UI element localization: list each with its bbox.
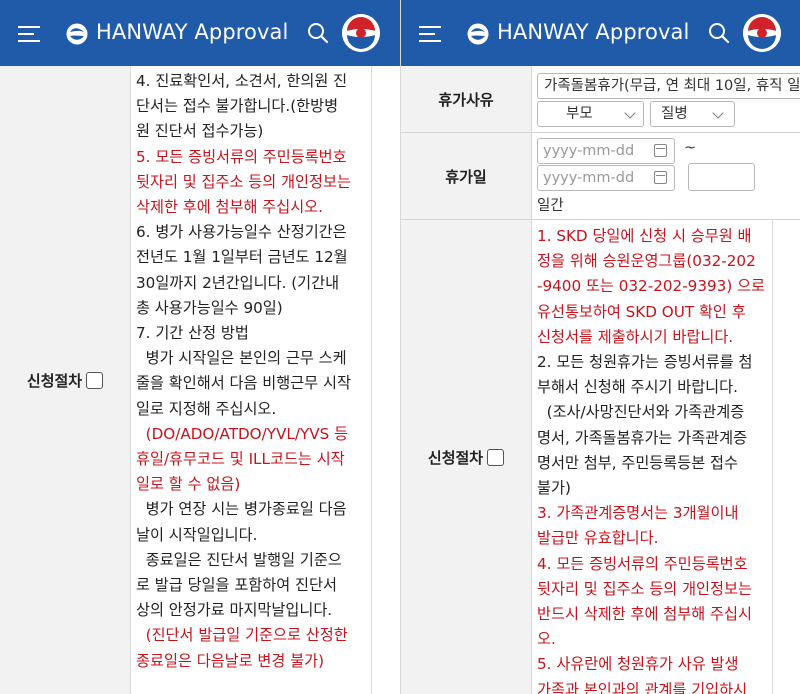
search-icon[interactable] xyxy=(306,21,330,45)
hamburger-menu-icon[interactable] xyxy=(419,24,441,44)
cause-select[interactable]: 질병 xyxy=(650,101,735,127)
procedure-line: 2. 모든 청원휴가는 증빙서류를 첨 xyxy=(537,353,753,372)
procedure-label-group: 신청절차 xyxy=(26,370,104,391)
procedure-line: 날이 시작일입니다. xyxy=(136,525,258,544)
procedure-line: 6. 병가 사용가능일수 산정기간은 xyxy=(136,223,347,242)
procedure-line: 일로 할 수 없음) xyxy=(136,475,241,494)
leave-days-unit: 일간 xyxy=(537,198,564,214)
procedure-agree-checkbox[interactable] xyxy=(487,448,505,466)
procedure-line: 오. xyxy=(537,630,556,649)
procedure-line: 휴일/휴무코드 및 ILL코드는 시작 xyxy=(136,450,345,469)
cause-value: 질병 xyxy=(661,106,688,122)
left-screen: 신청절차 4. 진료확인서, 소견서, 한의원 진단서는 접수 불가합니다.(한… xyxy=(0,0,400,694)
procedure-line: (DO/ADO/ATDO/YVL/YVS 등 xyxy=(136,424,349,443)
procedure-label-cell: 신청절차 xyxy=(0,66,131,694)
calendar-icon[interactable] xyxy=(654,144,667,157)
procedure-line: 부해서 신청해 주시기 바랍니다. xyxy=(537,378,738,397)
procedure-line: 정을 위해 승원운영그룹(032-202 xyxy=(537,252,756,271)
procedure-line: 원 진단서 접수가능) xyxy=(136,122,264,141)
procedure-line: 전년도 1월 1일부터 금년도 12월 xyxy=(136,248,348,267)
procedure-line: 1. SKD 당일에 신청 시 승무원 배 xyxy=(537,227,752,245)
app-title: HANWAY Approval xyxy=(497,20,690,44)
procedure-line: (진단서 발급일 기준으로 산정한 xyxy=(136,626,348,645)
procedure-line: 5. 사유란에 청원휴가 사유 발생 xyxy=(537,655,739,674)
hamburger-menu-icon[interactable] xyxy=(18,24,40,44)
procedure-line: 명서만 첨부, 주민등록등본 접수 xyxy=(537,453,738,472)
app-header: HANWAY Approval xyxy=(401,0,800,66)
start-date-placeholder: yyyy-mm-dd xyxy=(543,143,635,159)
chevron-down-icon xyxy=(712,107,724,119)
end-date-input[interactable]: yyyy-mm-dd xyxy=(537,165,675,191)
procedure-line: 상의 안정가료 마지막날입니다. xyxy=(136,601,333,620)
end-date-placeholder: yyyy-mm-dd xyxy=(543,170,635,186)
airline-logo-icon xyxy=(467,23,489,45)
procedure-content: 4. 진료확인서, 소견서, 한의원 진단서는 접수 불가합니다.(한방병원 진… xyxy=(136,69,372,674)
procedure-line: 반드시 삭제한 후에 첨부해 주십시 xyxy=(537,605,752,624)
app-header: HANWAY Approval xyxy=(0,0,400,66)
leave-date-label: 휴가일 xyxy=(445,167,487,186)
procedure-line: 발급만 유효합니다. xyxy=(537,529,659,548)
start-date-input[interactable]: yyyy-mm-dd xyxy=(537,138,675,164)
relation-select[interactable]: 부모 xyxy=(537,101,644,127)
airline-logo-icon xyxy=(66,23,88,45)
procedure-line: 30일까지 2년간입니다. (기간내 xyxy=(136,273,340,292)
date-range-separator: ~ xyxy=(684,140,697,156)
procedure-label: 신청절차 xyxy=(26,371,83,390)
procedure-line: 단서는 접수 불가합니다.(한방병 xyxy=(136,97,339,116)
procedure-line: 3. 가족관계증명서는 3개월이내 xyxy=(537,504,739,523)
leave-reason-label-cell: 휴가사유 xyxy=(401,66,532,133)
procedure-agree-checkbox[interactable] xyxy=(86,371,104,389)
procedure-line: 불가) xyxy=(537,479,571,498)
procedure-line: 7. 기간 산정 방법 xyxy=(136,324,249,343)
procedure-line: 뒷자리 및 집주소 등의 개인정보는 xyxy=(537,579,752,598)
leave-date-label-cell: 휴가일 xyxy=(401,133,532,219)
procedure-line: 줄을 확인해서 다음 비행근무 시작 xyxy=(136,374,351,393)
procedure-line: 종료일은 다음날로 변경 불가) xyxy=(136,651,325,670)
right-border xyxy=(371,66,372,694)
procedure-line: 신청서를 제출하시기 바랍니다. xyxy=(537,327,734,346)
procedure-line: 유선통보하여 SKD OUT 확인 후 xyxy=(537,302,746,321)
app-title: HANWAY Approval xyxy=(96,20,289,44)
procedure-line: -9400 또는 032-202-9393) 으로 xyxy=(537,277,766,296)
search-icon[interactable] xyxy=(707,21,731,45)
procedure-line: 종료일은 진단서 발행일 기준으 xyxy=(136,550,342,569)
procedure-line: 총 사용가능일수 90일) xyxy=(136,298,283,317)
leave-type-select[interactable]: 가족돌봄휴가(무급, 연 최대 10일, 휴직 일 xyxy=(537,73,800,99)
procedure-text: 1. SKD 당일에 신청 시 승무원 배정을 위해 승원운영그룹(032-20… xyxy=(537,224,773,694)
procedure-line: 로 발급 당일을 포함하여 진단서 xyxy=(136,576,337,595)
profile-avatar-icon[interactable] xyxy=(743,14,781,52)
procedure-line: 4. 모든 증빙서류의 주민등록번호 xyxy=(537,554,748,573)
procedure-line: 병가 연장 시는 병가종료일 다음 xyxy=(136,500,347,519)
leave-reason-label: 휴가사유 xyxy=(438,91,494,109)
procedure-line: 가족과 본인과의 관계를 기입하시 xyxy=(537,680,748,694)
right-screen: 휴가사유 가족돌봄휴가(무급, 연 최대 10일, 휴직 일 부모 질병 휴가일… xyxy=(400,0,800,694)
procedure-line: 병가 시작일은 본인의 근무 스케 xyxy=(136,349,347,368)
leave-days-input[interactable] xyxy=(688,163,755,191)
calendar-icon[interactable] xyxy=(654,171,667,184)
procedure-line: 일로 지정해 주십시오. xyxy=(136,399,277,418)
procedure-content: 1. SKD 당일에 신청 시 승무원 배정을 위해 승원운영그룹(032-20… xyxy=(537,224,773,694)
chevron-down-icon xyxy=(624,107,636,119)
leave-type-value: 가족돌봄휴가(무급, 연 최대 10일, 휴직 일 xyxy=(544,78,800,94)
procedure-line: 뒷자리 및 집주소 등의 개인정보는 xyxy=(136,172,351,191)
procedure-line: 명서, 가족돌봄휴가는 가족관계증 xyxy=(537,428,748,447)
procedure-line: 5. 모든 증빙서류의 주민등록번호 xyxy=(136,147,347,166)
procedure-label-cell: 신청절차 xyxy=(401,220,532,694)
procedure-text: 4. 진료확인서, 소견서, 한의원 진단서는 접수 불가합니다.(한방병원 진… xyxy=(136,69,372,674)
relation-value: 부모 xyxy=(566,106,593,122)
procedure-line: (조사/사망진단서와 가족관계증 xyxy=(537,403,745,422)
procedure-label: 신청절차 xyxy=(427,448,484,467)
profile-avatar-icon[interactable] xyxy=(342,14,380,52)
procedure-line: 4. 진료확인서, 소견서, 한의원 진 xyxy=(136,72,348,90)
procedure-label-group: 신청절차 xyxy=(427,447,505,468)
procedure-line: 삭제한 후에 첨부해 주십시오. xyxy=(136,198,323,217)
right-border xyxy=(772,220,773,694)
